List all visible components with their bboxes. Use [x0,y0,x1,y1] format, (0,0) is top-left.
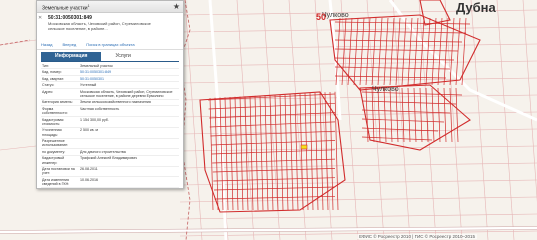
attribute-key: Дата постановки на учет: [41,166,79,178]
place-label-dubna: Дубна [456,0,496,15]
table-row: Уточненная площадь: 2 500 кв. м [41,127,179,139]
attribute-value: 2 500 кв. м [79,127,179,139]
panel-title-count: 1 [87,4,90,8]
attribute-value: 1 154 300,00 руб. [79,116,179,128]
collapse-icon[interactable]: ✕ [38,15,42,21]
attribute-value: 26.08.2011 [79,166,179,178]
parcel-attributes-table: Тип: Земельный участок Кад. номер: 50:31:00… [41,63,179,188]
attribute-value [79,138,179,150]
tab-services[interactable]: Услуги [101,52,144,61]
attribute-key: Разрешенное использование: [41,138,79,150]
panel-tabs: Информация Услуги [41,52,179,62]
map-attribution: ЕФИС © Росреестр 2010 | ГИС © Росреестр … [357,234,477,239]
table-row: Кадастровый инженер: Трафский Алексей Вла… [41,155,179,167]
table-row: Кадастровая стоимость: 1 154 300,00 руб. [41,116,179,128]
parcel-address: Московская область, Чеховский район, Стр… [48,21,151,31]
attribute-value: 10.06.2016 [79,176,179,188]
attribute-value: Трафский Алексей Владимирович [79,155,179,167]
selected-parcel [300,144,308,150]
attribute-key: Форма собственности: [41,105,79,117]
attribute-key: Дата изменения сведений в ГКН: [41,176,79,188]
table-row: Дата изменения сведений в ГКН: 10.06.2016 [41,176,179,188]
parcel-summary: ✕ 50:31:0050301:849 Московская область, … [37,13,183,50]
attribute-key: Дата выгрузки сведений из ГКН: [41,187,79,188]
table-row: Дата выгрузки сведений из ГКН:11.08.2016 [41,187,179,188]
attribute-value: Московская область, Чеховский район, Стр… [79,88,179,100]
panel-title: Земельные участки [42,5,88,12]
panel-header: Земельные участки1 ★ [37,1,183,13]
attribute-key: Кадастровый инженер: [41,155,79,167]
table-row: Форма собственности: Частная собственност… [41,105,179,117]
table-row: Дата постановки на учет: 26.08.2011 [41,166,179,178]
attribute-key: Адрес: [41,88,79,100]
place-label-chulkovo-2: Чулково [372,86,399,93]
back-link[interactable]: Назад [41,42,52,47]
tab-information[interactable]: Информация [41,52,102,61]
parcel-info-panel: Земельные участки1 ★ ✕ 50:31:0050301:849… [36,0,184,189]
parcel-number-label: 50 [316,12,327,22]
attribute-value: 11.08.2016 [79,187,179,188]
search-in-bounds-link[interactable]: Поиск в границах объекта [86,42,134,47]
star-icon[interactable]: ★ [173,1,180,12]
attribute-value: Частная собственность [79,105,179,117]
forward-link[interactable]: Вперед [62,42,76,47]
attribute-key: Кадастровая стоимость: [41,116,79,128]
table-row: Разрешенное использование: [41,138,179,150]
panel-nav: Назад Вперед Поиск в границах объекта [41,42,135,47]
attribute-key: Уточненная площадь: [41,127,79,139]
table-row: Адрес: Московская область, Чеховский райо… [41,88,179,100]
